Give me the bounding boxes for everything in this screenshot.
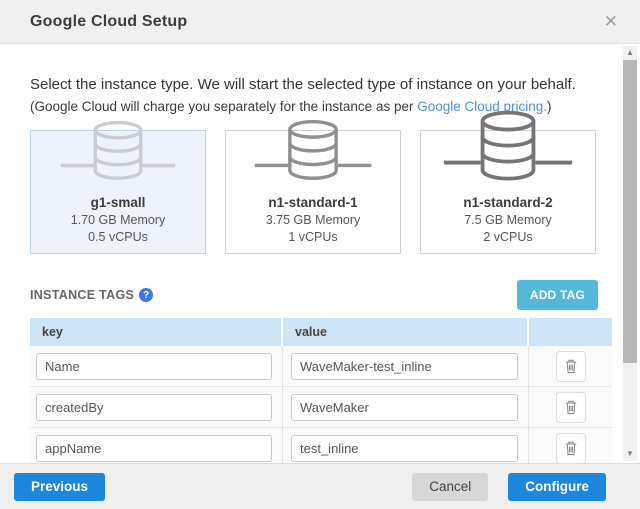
database-icon: [226, 114, 400, 193]
tag-key-input[interactable]: [36, 353, 272, 380]
instance-memory: 7.5 GB Memory: [464, 213, 552, 227]
instance-memory: 3.75 GB Memory: [266, 213, 360, 227]
previous-button[interactable]: Previous: [14, 473, 105, 501]
vertical-scrollbar[interactable]: ▲ ▼: [623, 46, 637, 461]
add-tag-button[interactable]: ADD TAG: [517, 280, 598, 310]
google-cloud-setup-dialog: Google Cloud Setup ✕ Select the instance…: [0, 0, 640, 509]
instance-card-g1-small[interactable]: g1-small 1.70 GB Memory 0.5 vCPUs: [30, 130, 206, 254]
tag-value-input[interactable]: [291, 353, 518, 380]
column-header-value: value: [283, 318, 527, 346]
trash-icon: [564, 440, 578, 456]
delete-tag-button[interactable]: [556, 351, 586, 382]
table-header-row: key value: [30, 318, 612, 346]
tag-key-input[interactable]: [36, 435, 272, 462]
instance-tags-label: INSTANCE TAGS: [30, 288, 134, 302]
trash-icon: [564, 358, 578, 374]
dialog-body: Select the instance type. We will start …: [0, 44, 640, 463]
instance-tags-table: key value: [30, 318, 612, 463]
instance-name: n1-standard-1: [268, 195, 357, 210]
instance-card-n1-standard-1[interactable]: n1-standard-1 3.75 GB Memory 1 vCPUs: [225, 130, 401, 254]
database-icon: [31, 115, 205, 193]
pricing-note-prefix: (Google Cloud will charge you separately…: [30, 99, 417, 114]
instance-vcpus: 0.5 vCPUs: [88, 230, 148, 244]
tag-value-input[interactable]: [291, 394, 518, 421]
instance-vcpus: 2 vCPUs: [483, 230, 532, 244]
scrollbar-up-icon[interactable]: ▲: [626, 46, 634, 60]
column-header-key: key: [30, 318, 281, 346]
scrollbar-thumb[interactable]: [623, 60, 637, 363]
dialog-header: Google Cloud Setup ✕: [0, 0, 640, 44]
database-icon: [421, 106, 595, 193]
cancel-button[interactable]: Cancel: [412, 473, 488, 501]
table-row: [30, 346, 612, 387]
scrollbar-down-icon[interactable]: ▼: [626, 447, 634, 461]
instance-card-n1-standard-2[interactable]: n1-standard-2 7.5 GB Memory 2 vCPUs: [420, 130, 596, 254]
close-icon[interactable]: ✕: [600, 9, 622, 34]
intro-text: Select the instance type. We will start …: [30, 76, 612, 93]
instance-memory: 1.70 GB Memory: [71, 213, 165, 227]
table-row: [30, 387, 612, 428]
tag-value-input[interactable]: [291, 435, 518, 462]
configure-button[interactable]: Configure: [508, 473, 606, 501]
instance-vcpus: 1 vCPUs: [288, 230, 337, 244]
instance-tags-bar: INSTANCE TAGS ? ADD TAG: [30, 280, 612, 310]
column-header-actions: [529, 318, 612, 346]
delete-tag-button[interactable]: [556, 433, 586, 464]
help-icon[interactable]: ?: [139, 288, 153, 302]
instance-name: n1-standard-2: [463, 195, 552, 210]
dialog-title: Google Cloud Setup: [30, 13, 600, 31]
instance-type-list: g1-small 1.70 GB Memory 0.5 vCPUs n1-sta…: [30, 130, 612, 254]
tag-key-input[interactable]: [36, 394, 272, 421]
dialog-footer: Previous Cancel Configure: [0, 463, 640, 509]
table-row: [30, 428, 612, 463]
instance-name: g1-small: [91, 195, 146, 210]
trash-icon: [564, 399, 578, 415]
delete-tag-button[interactable]: [556, 392, 586, 423]
